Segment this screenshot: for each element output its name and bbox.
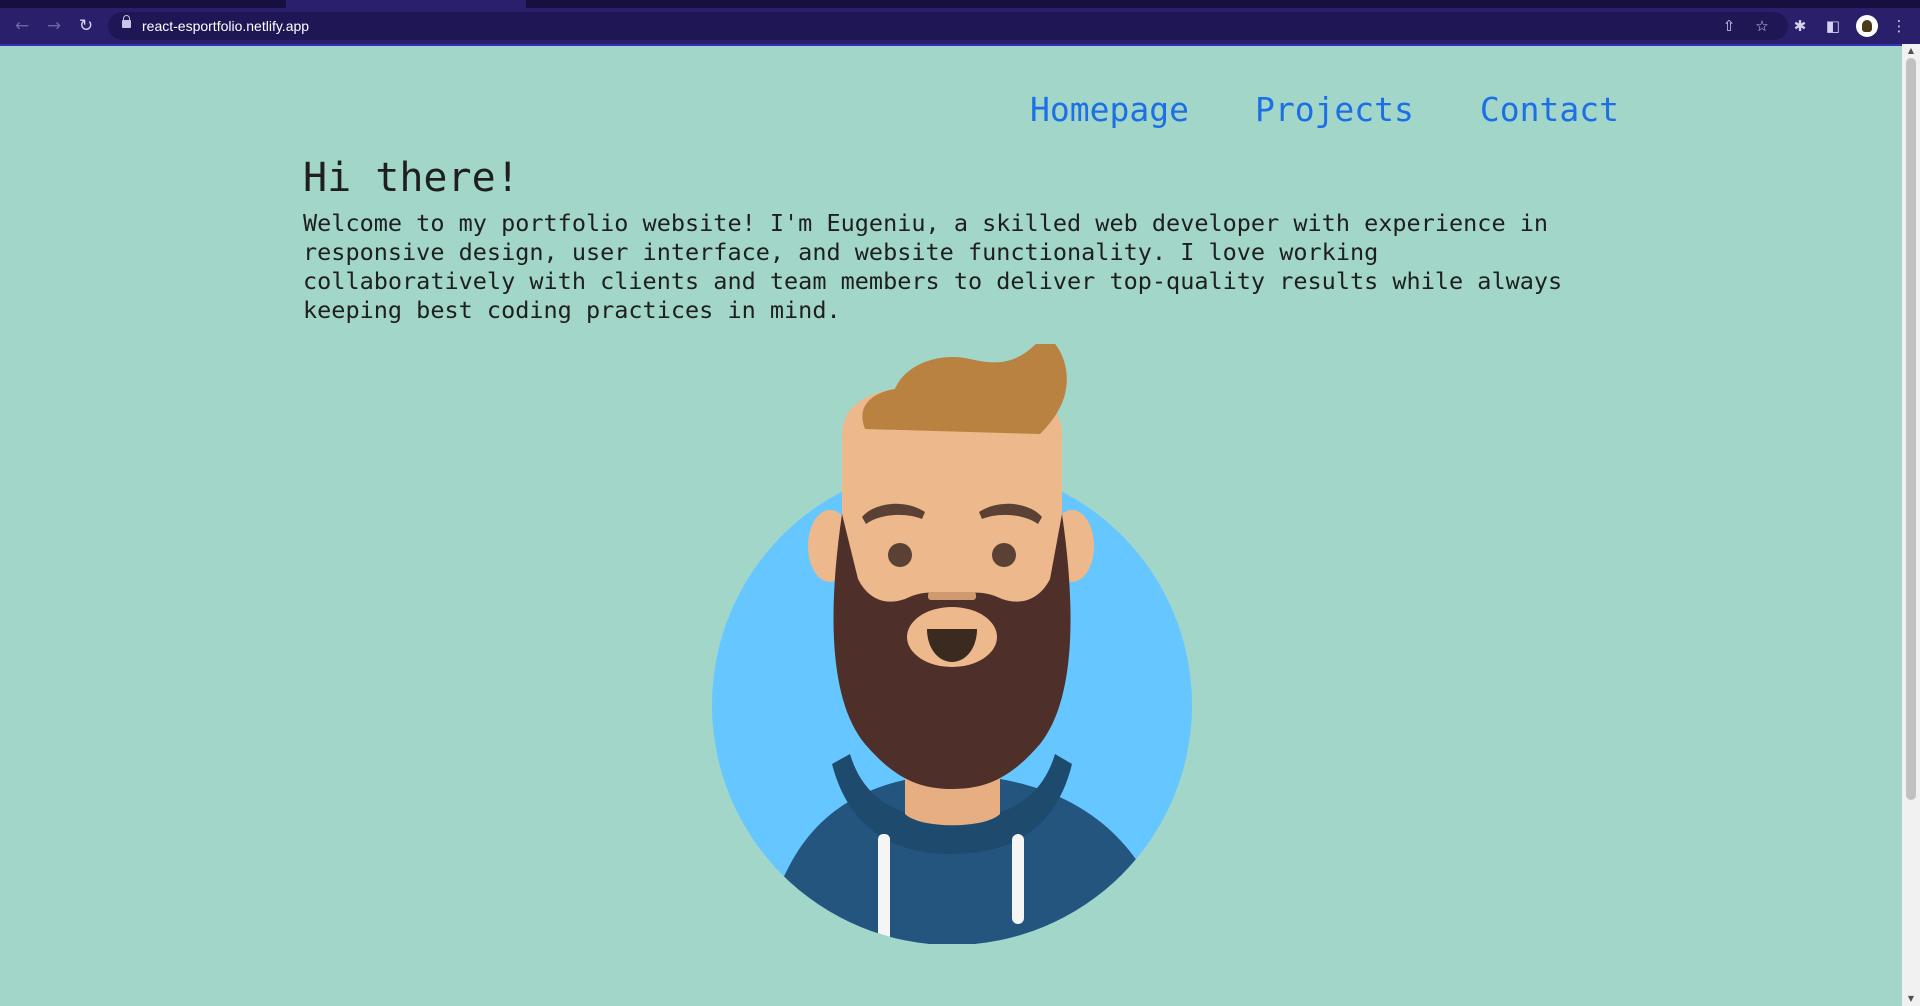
page-content: Homepage Projects Contact Hi there! Welc… xyxy=(0,44,1902,1006)
profile-avatar-icon[interactable] xyxy=(1856,15,1878,37)
nav-link-contact[interactable]: Contact xyxy=(1480,90,1619,130)
drawstring-right xyxy=(1012,834,1024,924)
lock-icon[interactable] xyxy=(122,15,131,28)
scrollbar-thumb[interactable] xyxy=(1906,58,1916,800)
share-icon[interactable]: ⇧ xyxy=(1719,16,1739,36)
avatar-illustration xyxy=(700,334,1200,945)
forward-arrow-icon[interactable]: → xyxy=(44,16,64,36)
url-text[interactable]: react-esportfolio.netlify.app xyxy=(142,17,309,35)
avatar-svg xyxy=(712,334,1192,945)
tab-strip xyxy=(0,0,1920,8)
browser-toolbar: ← → ↻ react-esportfolio.netlify.app ⇧ ☆ … xyxy=(0,8,1920,44)
eye-right xyxy=(992,543,1016,567)
scroll-down-arrow-icon[interactable]: ▼ xyxy=(1902,992,1920,1006)
hero-title: Hi there! xyxy=(303,155,520,201)
bookmark-star-icon[interactable]: ☆ xyxy=(1752,16,1772,36)
address-bar[interactable]: react-esportfolio.netlify.app xyxy=(108,12,1788,40)
active-tab[interactable] xyxy=(286,0,526,8)
hero-intro-text: Welcome to my portfolio website! I'm Eug… xyxy=(303,209,1563,324)
page-scrollbar[interactable]: ▲ ▼ xyxy=(1902,44,1920,1006)
side-panel-icon[interactable]: ◧ xyxy=(1823,16,1843,36)
nav-link-homepage[interactable]: Homepage xyxy=(1030,90,1189,130)
eye-left xyxy=(888,543,912,567)
reload-icon[interactable]: ↻ xyxy=(76,16,96,36)
nose xyxy=(928,592,976,600)
nav-link-projects[interactable]: Projects xyxy=(1255,90,1414,130)
browser-menu-icon[interactable]: ⋮ xyxy=(1889,16,1909,36)
scroll-up-arrow-icon[interactable]: ▲ xyxy=(1902,44,1920,58)
extensions-icon[interactable]: ✱ xyxy=(1790,16,1810,36)
drawstring-left xyxy=(878,834,890,944)
browser-chrome: ← → ↻ react-esportfolio.netlify.app ⇧ ☆ … xyxy=(0,0,1920,46)
main-nav: Homepage Projects Contact xyxy=(1030,90,1619,130)
back-arrow-icon[interactable]: ← xyxy=(12,16,32,36)
